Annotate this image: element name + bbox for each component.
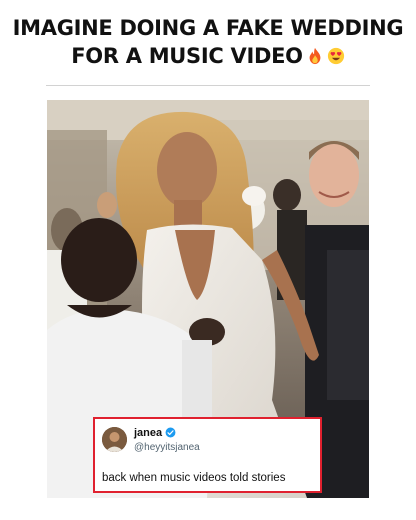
header-divider [46,85,370,86]
verified-badge-icon [165,427,176,438]
avatar [102,427,127,452]
headline-line-2: FOR A MUSIC VIDEO [0,42,416,70]
headline-line-1: IMAGINE DOING A FAKE WEDDING [12,16,404,40]
avatar-image [102,427,127,452]
headline-line-2-text: FOR A MUSIC VIDEO [71,44,303,68]
fire-emoji-icon [309,47,321,65]
tweet-handle: @heyyitsjanea [134,442,200,453]
post-headline: IMAGINE DOING A FAKE WEDDING FOR A MUSIC… [0,14,416,70]
tweet-display-name: janea [134,427,176,439]
heart-eyes-emoji-icon [327,47,344,65]
tweet-text: back when music videos told stories [102,472,286,484]
display-name-text: janea [134,427,163,439]
tweet-card: janea @heyyitsjanea back when music vide… [93,417,322,493]
